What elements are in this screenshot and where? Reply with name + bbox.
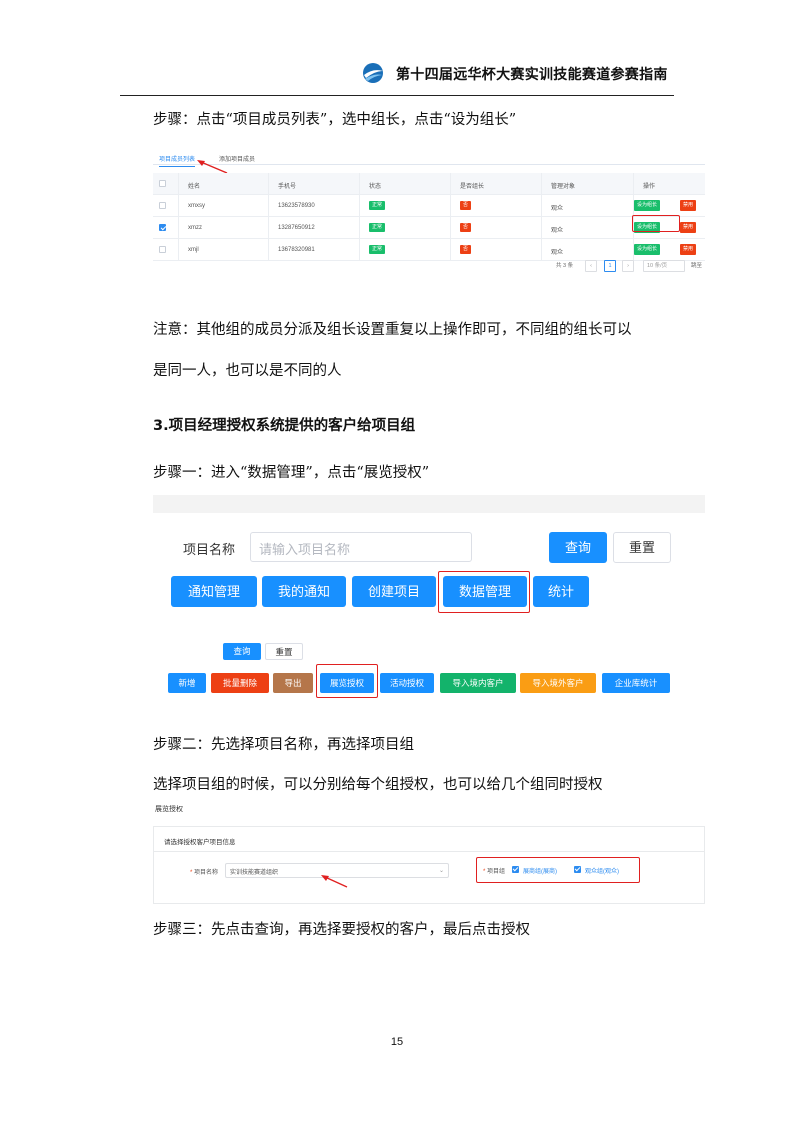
table-row: xmzz 13287650912 正常 否 观众 设为组长 禁用 [153,217,705,239]
leader-badge: 否 [460,245,472,254]
table-divider [541,173,542,261]
section-heading: 3.项目经理授权系统提供的客户给项目组 [153,418,416,434]
table-divider [178,173,179,261]
disable-button[interactable]: 禁用 [680,244,697,255]
step-text: 步骤二：先选择项目名称，再选择项目组 [153,737,414,753]
arrow-icon [321,875,348,888]
set-leader-button[interactable]: 设为组长 [634,200,661,211]
panel-title: 请选择授权客户项目信息 [164,839,236,846]
row-checkbox[interactable] [159,202,166,209]
project-name-input[interactable]: 请输入项目名称 [250,532,472,562]
import-domestic-button[interactable]: 导入境内客户 [440,673,516,693]
page-header: 第十四届远华杯大赛实训技能赛道参赛指南 [120,58,674,96]
add-button[interactable]: 新增 [168,673,206,693]
col-status: 状态 [369,184,382,190]
row-checkbox[interactable] [159,224,166,231]
page-size-select[interactable]: 10 条/页 [643,260,685,272]
reset-button[interactable]: 重置 [265,643,303,660]
col-target: 管理对象 [551,184,576,190]
pagination-total: 共 3 条 [556,263,574,269]
note-text: 注意：其他组的成员分派及组长设置重复以上操作即可，不同组的组长可以 [153,322,632,338]
member-table: 姓名 手机号 状态 是否组长 管理对象 操作 xmxsy 13623578930… [153,173,705,261]
project-name-label: 项目名称 [183,542,236,557]
col-name: 姓名 [188,184,201,190]
col-leader: 是否组长 [460,184,485,190]
member-phone: 13287650912 [278,225,315,231]
member-target: 观众 [551,250,564,256]
step-text: 步骤一：进入“数据管理”，点击“展览授权” [153,465,430,481]
status-badge: 正常 [369,223,386,232]
my-notice-button[interactable]: 我的通知 [262,576,346,607]
row-checkbox[interactable] [159,246,166,253]
top-bar [153,495,705,513]
page-1-button[interactable]: 1 [604,260,616,272]
project-field-label: * 项目名称 [190,870,219,876]
table-header: 姓名 手机号 状态 是否组长 管理对象 操作 [153,173,705,195]
table-row: xmxsy 13623578930 正常 否 观众 设为组长 禁用 [153,195,705,217]
notice-manage-button[interactable]: 通知管理 [171,576,257,607]
page-number: 15 [390,1036,404,1048]
member-list-screenshot: 项目成员列表 添加项目成员 姓名 手机号 状态 是否组长 管理对象 操作 xmx… [153,148,705,278]
highlight-box [632,215,680,232]
table-row: xmjl 13678320981 正常 否 观众 设为组长 禁用 [153,239,705,261]
table-divider [268,173,269,261]
prev-page-button[interactable]: ‹ [585,260,597,272]
query-button[interactable]: 查询 [223,643,261,660]
table-divider [450,173,451,261]
project-query-screenshot: 项目名称 请输入项目名称 查询 重置 通知管理 我的通知 创建项目 数据管理 统… [153,495,705,630]
enterprise-stats-button[interactable]: 企业库统计 [602,673,670,693]
auth-panel: 请选择授权客户项目信息 * 项目名称 实训技能赛道组织 ⌄ * 项目组 展商组(… [153,826,705,904]
member-target: 观众 [551,206,564,212]
activity-auth-button[interactable]: 活动授权 [380,673,434,693]
export-button[interactable]: 导出 [273,673,313,693]
col-phone: 手机号 [278,184,297,190]
step-text: 步骤三：先点击查询，再选择要授权的客户，最后点击授权 [153,922,530,938]
member-tabs: 项目成员列表 添加项目成员 [153,148,705,167]
set-leader-button[interactable]: 设为组长 [634,244,661,255]
member-phone: 13623578930 [278,203,315,209]
header-title: 第十四届远华杯大赛实训技能赛道参赛指南 [396,67,668,83]
auth-screenshot: 展览授权 请选择授权客户项目信息 * 项目名称 实训技能赛道组织 ⌄ * 项目组… [153,800,705,904]
member-phone: 13678320981 [278,247,315,253]
statistics-button[interactable]: 统计 [533,576,589,607]
leader-badge: 否 [460,223,472,232]
reset-button[interactable]: 重置 [613,532,671,563]
import-overseas-button[interactable]: 导入境外客户 [520,673,596,693]
query-button[interactable]: 查询 [549,532,607,563]
tab-member-list[interactable]: 项目成员列表 [159,154,196,167]
panel-divider [154,851,704,852]
status-badge: 正常 [369,201,386,210]
member-name: xmjl [188,247,199,253]
highlight-box [476,857,640,883]
highlight-box [438,571,530,613]
member-name: xmxsy [188,203,205,209]
select-all-checkbox[interactable] [159,180,166,187]
data-management-screenshot: 查询 重置 新增 批量删除 导出 展览授权 活动授权 导入境内客户 导入境外客户… [153,635,705,707]
next-page-button[interactable]: › [622,260,634,272]
project-label-text: 项目名称 [194,870,219,876]
note-text: 是同一人，也可以是不同的人 [153,363,342,379]
member-name: xmzz [188,225,202,231]
step-text: 选择项目组的时候，可以分别给每个组授权，也可以给几个组同时授权 [153,777,603,793]
leader-badge: 否 [460,201,472,210]
globe-logo-icon [363,63,383,83]
create-project-button[interactable]: 创建项目 [352,576,436,607]
project-select-value: 实训技能赛道组织 [230,870,279,876]
auth-title: 展览授权 [155,806,183,813]
member-target: 观众 [551,228,564,234]
step-text: 步骤：点击“项目成员列表”，选中组长，点击“设为组长” [153,112,517,128]
disable-button[interactable]: 禁用 [680,222,697,233]
highlight-box [316,664,378,698]
status-badge: 正常 [369,245,386,254]
goto-label: 跳至 [691,263,703,269]
disable-button[interactable]: 禁用 [680,200,697,211]
chevron-down-icon: ⌄ [438,868,444,874]
table-divider [359,173,360,261]
batch-delete-button[interactable]: 批量删除 [211,673,269,693]
col-actions: 操作 [643,184,656,190]
